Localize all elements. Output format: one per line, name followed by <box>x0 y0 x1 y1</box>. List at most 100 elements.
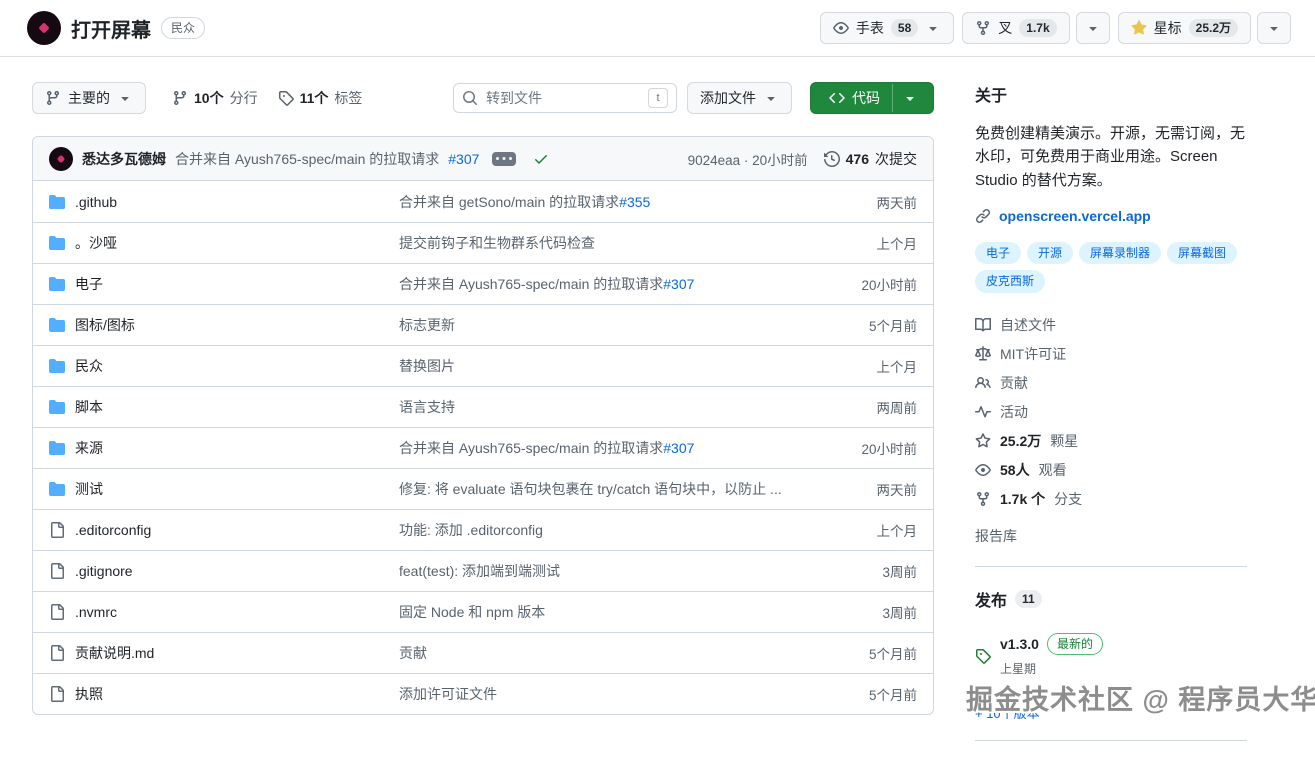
repo-title: 打开屏幕 <box>71 19 151 42</box>
latest-commit-bar: 悉达多瓦德姆 合并来自 Ayush765-spec/main 的拉取请求 #307… <box>33 137 933 181</box>
topic-pill[interactable]: 皮克西斯 <box>975 270 1046 293</box>
commit-message-link[interactable]: 合并来自 Ayush765-spec/main 的拉取请求 <box>399 440 663 456</box>
file-name-link[interactable]: 民众 <box>75 356 103 376</box>
meta-label: 颗星 <box>1050 433 1079 450</box>
sidebar-meta-item[interactable]: 25.2万 颗星 <box>975 427 1247 456</box>
chevron-down-icon <box>1085 20 1101 36</box>
commit-time: 两天前 <box>876 195 918 211</box>
branch-icon <box>45 90 61 106</box>
file-name-link[interactable]: 来源 <box>75 438 103 458</box>
file-name-link[interactable]: .gitignore <box>75 563 133 579</box>
releases-title[interactable]: 发布 <box>975 587 1007 611</box>
commit-time: 上个月 <box>876 360 918 375</box>
star-dropdown-button[interactable] <box>1257 12 1291 44</box>
repo-logo-icon <box>38 22 50 34</box>
commit-history-link[interactable]: 476 次提交 <box>823 149 917 169</box>
topic-pill[interactable]: 屏幕截图 <box>1167 241 1238 265</box>
meta-label: 分支 <box>1054 491 1083 508</box>
watch-label: 手表 <box>855 20 884 36</box>
tags-count: 11个 <box>299 90 329 106</box>
sidebar-meta-item[interactable]: 58人 观看 <box>975 456 1247 485</box>
search-input[interactable] <box>484 89 642 107</box>
code-icon <box>829 90 845 106</box>
file-name-link[interactable]: 。沙哑 <box>75 233 117 253</box>
tags-label: 标签 <box>334 90 363 106</box>
star-count: 25.2万 <box>1188 19 1238 37</box>
commit-sha-time[interactable]: 9024eaa · 20小时前 <box>688 149 808 169</box>
fork-icon <box>975 20 991 36</box>
commit-author-link[interactable]: 悉达多瓦德姆 <box>82 149 166 169</box>
sidebar-meta-item[interactable]: 活动 <box>975 398 1247 427</box>
pr-number-link[interactable]: #307 <box>663 276 694 292</box>
file-name-link[interactable]: .nvmrc <box>75 604 117 620</box>
topics-list: 电子 开源 屏幕录制器 屏幕截图皮克西斯 <box>975 241 1247 293</box>
commit-message-link[interactable]: 固定 Node 和 npm 版本 <box>399 604 545 620</box>
file-name-link[interactable]: 电子 <box>75 274 103 294</box>
chevron-down-icon <box>1266 20 1282 36</box>
file-name-link[interactable]: .github <box>75 194 117 210</box>
code-button[interactable]: 代码 <box>810 82 934 114</box>
sidebar-meta-item[interactable]: MIT许可证 <box>975 340 1247 369</box>
tags-link[interactable]: 11个 标签 <box>278 88 363 108</box>
star-button[interactable]: 星标 25.2万 <box>1117 12 1251 44</box>
sidebar-meta-item[interactable]: 贡献 <box>975 369 1247 398</box>
commit-message-link[interactable]: 语言支持 <box>399 399 455 415</box>
releases-count: 11 <box>1015 589 1042 608</box>
fork-button[interactable]: 叉 1.7k <box>962 12 1070 44</box>
avatar-logo-icon <box>56 154 66 163</box>
watch-count: 58 <box>890 19 919 37</box>
commit-time: 上个月 <box>876 237 918 252</box>
branches-link[interactable]: 10个 分行 <box>172 88 258 108</box>
commit-ellipsis-button[interactable] <box>492 151 517 166</box>
chevron-down-icon <box>925 20 941 36</box>
commit-message-link[interactable]: 功能: 添加 .editorconfig <box>399 522 543 538</box>
folder-icon <box>49 194 65 210</box>
eye-icon <box>833 20 849 36</box>
commit-message-link[interactable]: 合并来自 Ayush765-spec/main 的拉取请求 <box>399 276 663 292</box>
commit-message-link[interactable]: 合并来自 Ayush765-spec/main 的拉取请求 <box>175 149 439 169</box>
file-name-link[interactable]: 执照 <box>75 684 103 704</box>
commit-message-link[interactable]: 标志更新 <box>399 317 455 333</box>
website-link[interactable]: openscreen.vercel.app <box>975 208 1247 224</box>
commit-time: 两周前 <box>876 401 918 416</box>
book-icon <box>975 317 991 333</box>
pr-number-link[interactable]: #355 <box>619 194 650 210</box>
topic-pill[interactable]: 开源 <box>1027 241 1074 265</box>
watch-button[interactable]: 手表 58 <box>819 12 955 44</box>
file-name-link[interactable]: 贡献说明.md <box>75 643 154 663</box>
add-file-label: 添加文件 <box>700 90 756 106</box>
commit-message-link[interactable]: 提交前钩子和生物群系代码检查 <box>399 235 595 251</box>
pr-number-link[interactable]: #307 <box>663 440 694 456</box>
about-title: 关于 <box>975 88 1008 105</box>
check-status-icon[interactable] <box>533 151 549 167</box>
sidebar-meta-item[interactable]: 1.7k 个分支 <box>975 485 1247 514</box>
commit-message-link[interactable]: 贡献 <box>399 645 427 661</box>
topic-pill[interactable]: 电子 <box>975 241 1022 265</box>
file-name-link[interactable]: 测试 <box>75 479 103 499</box>
code-dropdown[interactable] <box>892 84 927 112</box>
commit-message-link[interactable]: 替换图片 <box>399 358 455 374</box>
folder-icon <box>49 317 65 333</box>
add-file-button[interactable]: 添加文件 <box>687 82 792 114</box>
latest-release[interactable]: v1.3.0 最新的 上星期 <box>975 632 1247 677</box>
commit-author-avatar[interactable] <box>49 146 73 171</box>
pulse-icon <box>975 404 991 420</box>
branch-selector-button[interactable]: 主要的 <box>32 82 146 114</box>
people-icon <box>975 375 991 391</box>
meta-strong: 58人 <box>1000 462 1030 479</box>
more-releases-link[interactable]: + 10个版本 <box>975 703 1040 722</box>
topic-pill[interactable]: 屏幕录制器 <box>1079 241 1162 265</box>
commit-message-link[interactable]: feat(test): 添加端到端测试 <box>399 563 560 579</box>
commit-message-link[interactable]: 添加许可证文件 <box>399 686 497 702</box>
commit-time: 20小时前 <box>861 278 917 293</box>
sidebar-meta-item[interactable]: 自述文件 <box>975 311 1247 340</box>
report-repository-link[interactable]: 报告库 <box>975 526 1017 546</box>
file-name-link[interactable]: 脚本 <box>75 397 103 417</box>
commit-message-link[interactable]: 修复: 将 evaluate 语句块包裹在 try/catch 语句块中，以防止… <box>399 481 782 497</box>
commit-time: 上个月 <box>876 524 918 539</box>
file-name-link[interactable]: .editorconfig <box>75 522 151 538</box>
fork-dropdown-button[interactable] <box>1075 12 1110 44</box>
pr-number-link[interactable]: #307 <box>448 151 479 167</box>
file-name-link[interactable]: 图标/图标 <box>75 315 135 335</box>
commit-message-link[interactable]: 合并来自 getSono/main 的拉取请求 <box>399 194 619 210</box>
